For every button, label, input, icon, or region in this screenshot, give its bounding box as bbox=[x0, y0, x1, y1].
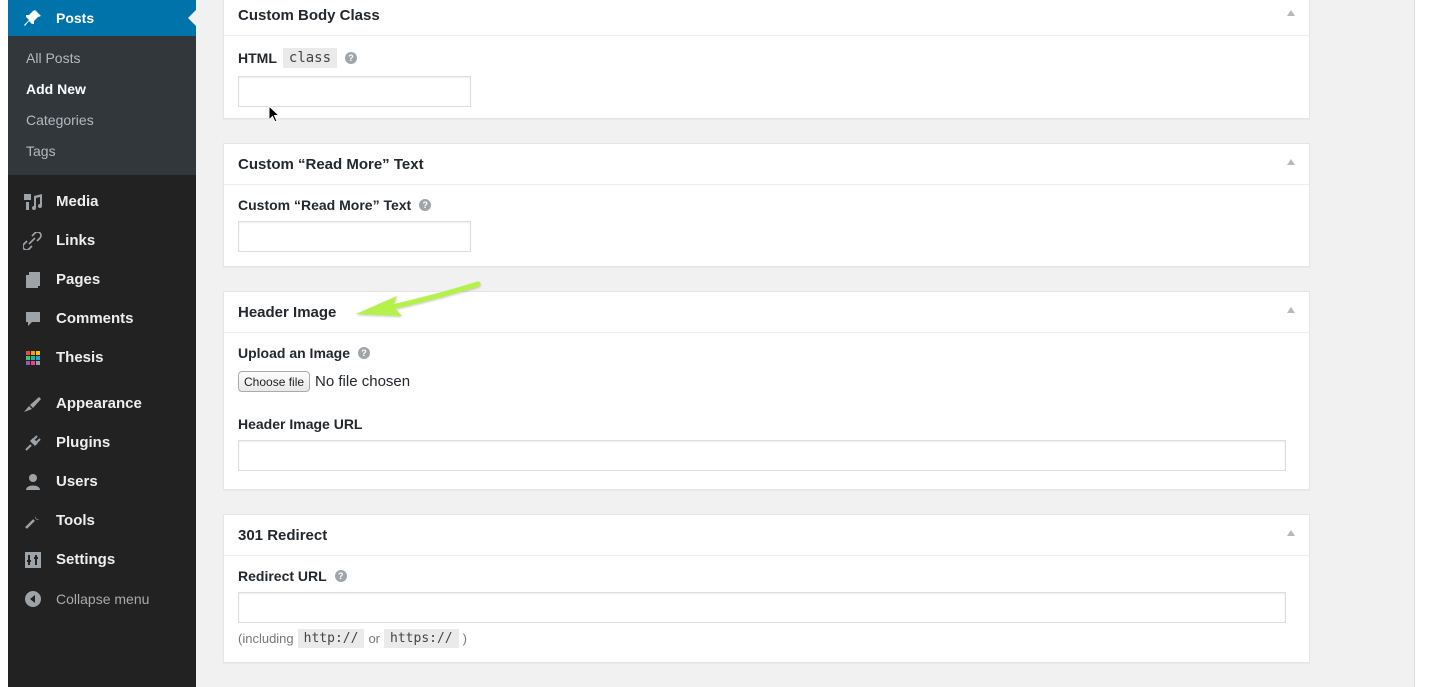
thesis-icon bbox=[22, 349, 44, 367]
submenu-categories[interactable]: Categories bbox=[8, 105, 196, 136]
appearance-icon bbox=[22, 395, 44, 413]
redirect-note: (including http:// or https:// ) bbox=[238, 629, 1295, 648]
settings-icon bbox=[22, 551, 44, 569]
read-more-label-text: Custom “Read More” Text bbox=[238, 197, 412, 213]
postbox-title-text: Custom “Read More” Text bbox=[238, 155, 424, 173]
html-label-text: HTML bbox=[238, 50, 277, 66]
redirect-url-label: Redirect URL ? bbox=[238, 568, 1295, 584]
menu-posts-label: Posts bbox=[56, 10, 95, 26]
menu-settings-label: Settings bbox=[56, 551, 116, 568]
toggle-arrow-icon[interactable] bbox=[1287, 307, 1295, 313]
menu-appearance[interactable]: Appearance bbox=[8, 384, 196, 423]
class-code: class bbox=[282, 48, 338, 68]
header-image-url-label: Header Image URL bbox=[238, 416, 1295, 432]
read-more-label: Custom “Read More” Text ? bbox=[238, 197, 1295, 213]
note-suffix: ) bbox=[462, 631, 467, 646]
postbox-title[interactable]: Custom “Read More” Text bbox=[224, 144, 1309, 185]
file-upload-row: Choose file No file chosen bbox=[238, 371, 1295, 392]
collapse-arrow-icon bbox=[22, 590, 44, 608]
main-content: Custom Body Class HTML class ? Custom “R… bbox=[196, 0, 1414, 687]
menu-appearance-label: Appearance bbox=[56, 395, 142, 412]
collapse-menu-button[interactable]: Collapse menu bbox=[8, 579, 196, 618]
menu-comments-label: Comments bbox=[56, 310, 134, 327]
menu-media-label: Media bbox=[56, 193, 99, 210]
menu-plugins-label: Plugins bbox=[56, 434, 111, 451]
plugins-icon bbox=[22, 434, 44, 452]
current-menu-pointer bbox=[188, 10, 196, 26]
postbox-read-more: Custom “Read More” Text Custom “Read Mor… bbox=[223, 143, 1310, 267]
menu-media[interactable]: Media bbox=[8, 182, 196, 221]
postbox-inside: Redirect URL ? (including http:// or htt… bbox=[224, 556, 1309, 662]
postbox-title[interactable]: Header Image bbox=[224, 292, 1309, 333]
note-code-http: http:// bbox=[297, 629, 365, 648]
collapse-menu-label: Collapse menu bbox=[56, 590, 150, 607]
note-or: or bbox=[368, 631, 381, 646]
help-icon[interactable]: ? bbox=[334, 570, 347, 582]
admin-sidebar: Posts All Posts Add New Categories Tags … bbox=[8, 0, 196, 687]
frame-right-edge bbox=[1414, 0, 1424, 687]
pin-icon bbox=[22, 9, 44, 27]
header-image-url-input[interactable] bbox=[238, 440, 1286, 471]
header-image-url-label-text: Header Image URL bbox=[238, 416, 363, 432]
submenu-tags[interactable]: Tags bbox=[8, 136, 196, 167]
menu-users-label: Users bbox=[56, 473, 98, 490]
menu-pages[interactable]: Pages bbox=[8, 260, 196, 299]
menu-tools-label: Tools bbox=[56, 512, 95, 529]
postbox-inside: Custom “Read More” Text ? bbox=[224, 185, 1309, 266]
menu-plugins[interactable]: Plugins bbox=[8, 423, 196, 462]
pages-icon bbox=[22, 271, 44, 289]
links-icon bbox=[22, 231, 44, 250]
users-icon bbox=[22, 473, 44, 491]
help-icon[interactable]: ? bbox=[419, 199, 432, 211]
postbox-title-text: 301 Redirect bbox=[238, 526, 328, 544]
read-more-input[interactable] bbox=[238, 221, 471, 252]
body-class-input[interactable] bbox=[238, 76, 471, 107]
redirect-url-input[interactable] bbox=[238, 592, 1286, 623]
note-prefix: (including bbox=[238, 631, 294, 646]
menu-comments[interactable]: Comments bbox=[8, 299, 196, 338]
menu-links[interactable]: Links bbox=[8, 221, 196, 260]
toggle-arrow-icon[interactable] bbox=[1287, 530, 1295, 536]
postbox-inside: Upload an Image ? Choose file No file ch… bbox=[224, 333, 1309, 485]
menu-posts[interactable]: Posts bbox=[8, 0, 196, 36]
help-icon[interactable]: ? bbox=[358, 347, 371, 359]
html-class-label: HTML class ? bbox=[238, 48, 1295, 68]
posts-submenu: All Posts Add New Categories Tags bbox=[8, 36, 196, 175]
menu-thesis[interactable]: Thesis bbox=[8, 338, 196, 377]
postbox-title[interactable]: Custom Body Class bbox=[224, 0, 1309, 36]
menu-pages-label: Pages bbox=[56, 271, 101, 288]
choose-file-button[interactable]: Choose file bbox=[238, 371, 311, 392]
submenu-add-new[interactable]: Add New bbox=[8, 74, 196, 105]
toggle-arrow-icon[interactable] bbox=[1287, 159, 1295, 165]
menu-users[interactable]: Users bbox=[8, 462, 196, 501]
comments-icon bbox=[22, 310, 44, 328]
screenshot-frame: Posts All Posts Add New Categories Tags … bbox=[8, 0, 1424, 687]
menu-settings[interactable]: Settings bbox=[8, 540, 196, 579]
menu-thesis-label: Thesis bbox=[56, 349, 104, 366]
toggle-arrow-icon[interactable] bbox=[1287, 10, 1295, 16]
mouse-cursor-icon bbox=[268, 105, 281, 123]
tools-icon bbox=[22, 512, 44, 530]
redirect-url-label-text: Redirect URL bbox=[238, 568, 327, 584]
postbox-custom-body-class: Custom Body Class HTML class ? bbox=[223, 0, 1310, 119]
help-icon[interactable]: ? bbox=[345, 52, 358, 64]
postbox-title[interactable]: 301 Redirect bbox=[224, 515, 1309, 556]
postbox-title-text: Custom Body Class bbox=[238, 6, 380, 24]
postbox-301-redirect: 301 Redirect Redirect URL ? (including h… bbox=[223, 514, 1310, 663]
postbox-inside: HTML class ? bbox=[224, 36, 1309, 121]
postbox-title-text: Header Image bbox=[238, 303, 337, 321]
upload-image-label-text: Upload an Image bbox=[238, 345, 351, 361]
media-icon bbox=[22, 193, 44, 211]
postbox-header-image: Header Image Upload an Image ? Choose fi… bbox=[223, 291, 1310, 490]
menu-links-label: Links bbox=[56, 232, 96, 249]
upload-image-label: Upload an Image ? bbox=[238, 345, 1295, 361]
no-file-chosen-text: No file chosen bbox=[315, 373, 411, 390]
note-code-https: https:// bbox=[384, 629, 459, 648]
submenu-all-posts[interactable]: All Posts bbox=[8, 43, 196, 74]
menu-tools[interactable]: Tools bbox=[8, 501, 196, 540]
